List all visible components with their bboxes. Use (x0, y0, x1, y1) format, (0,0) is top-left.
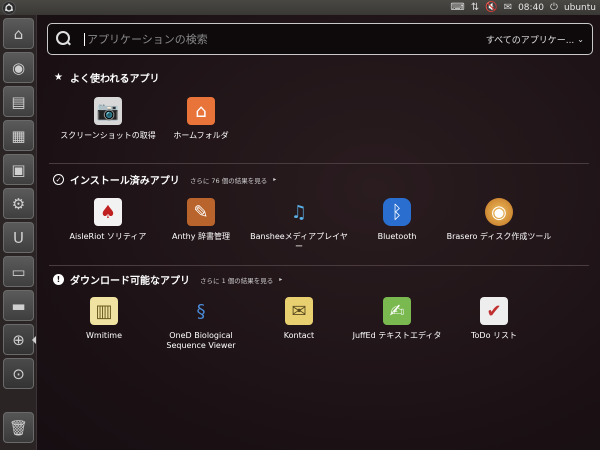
launcher-trash[interactable]: 🗑 (3, 412, 34, 443)
chevron-down-icon: ⌄ (577, 34, 584, 44)
launcher-home-folder[interactable]: ⌂ (3, 18, 34, 49)
ubuntu-logo-icon (5, 3, 13, 12)
app-banshee[interactable]: ♫ Bansheeメディアプレイヤー (249, 198, 349, 252)
banshee-icon: ♫ (290, 201, 308, 223)
indicator-area: ⌨ ⇅ 🔇 ✉ 08:40 ⏻ ubuntu (450, 2, 600, 13)
workspaces-icon: ▭ (11, 262, 26, 281)
search-input[interactable] (84, 32, 486, 46)
more-results-link[interactable]: さらに 1 個の結果を見る (200, 275, 273, 285)
app-onedbio[interactable]: § OneD Biological Sequence Viewer (151, 297, 251, 351)
download-icon: ! (53, 274, 64, 285)
app-label: Wmitime (86, 331, 122, 340)
app-juffed[interactable]: ✍ JuffEd テキストエディタ (347, 297, 447, 341)
section-title: ダウンロード可能なアプリ (70, 276, 190, 287)
app-bluetooth[interactable]: ᛒ Bluetooth (347, 198, 447, 242)
app-kontact[interactable]: ✉ Kontact (249, 297, 349, 341)
onedbio-icon: § (196, 300, 206, 322)
dash-home-button[interactable] (2, 0, 16, 15)
app-wmitime[interactable]: ▥ Wmitime (54, 297, 154, 341)
wmitime-icon: ▥ (90, 297, 118, 325)
app-label: ToDo リスト (470, 331, 518, 340)
app-aisleriot[interactable]: ♠ AisleRiot ソリティア (58, 198, 158, 242)
impress-icon: ▣ (11, 160, 26, 179)
zoom-in-icon: ⊕ (12, 330, 25, 349)
kontact-icon: ✉ (285, 297, 313, 325)
launcher-dash-files[interactable]: ⊙ (3, 358, 34, 389)
search-bar: すべてのアプリケー... ⌄ (47, 23, 593, 55)
active-indicator (32, 336, 36, 344)
section-divider (49, 163, 589, 164)
home-folder-icon: ⌂ (187, 97, 215, 125)
dash: すべてのアプリケー... ⌄ ★ よく使われるアプリ 📷 スクリーンショットの取… (37, 15, 600, 450)
todo-icon: ✔ (480, 297, 508, 325)
section-title: インストール済みアプリ (70, 176, 180, 187)
clock[interactable]: 08:40 (518, 3, 544, 13)
settings-icon: ⚙ (11, 194, 26, 213)
app-label: Brasero ディスク作成ツール (446, 232, 552, 241)
app-label: OneD Biological Sequence Viewer (166, 331, 236, 350)
launcher: ⌂ ◉ ▤ ▦ ▣ ⚙ U ▭ ▬ ⊕ ⊙ 🗑 (0, 15, 37, 450)
top-panel: ⌨ ⇅ 🔇 ✉ 08:40 ⏻ ubuntu (0, 0, 600, 15)
launcher-firefox[interactable]: ◉ (3, 52, 34, 83)
category-filter[interactable]: すべてのアプリケー... ⌄ (486, 33, 584, 46)
section-title: よく使われるアプリ (70, 74, 160, 85)
ubuntu-one-icon: U (13, 228, 24, 247)
dictionary-icon: ✎ (187, 198, 215, 226)
launcher-terminal[interactable]: ▬ (3, 290, 34, 321)
app-label: AisleRiot ソリティア (69, 232, 147, 241)
brasero-icon: ◉ (485, 198, 513, 226)
app-brasero[interactable]: ◉ Brasero ディスク作成ツール (444, 198, 554, 242)
app-home-folder[interactable]: ⌂ ホームフォルダ (151, 97, 251, 141)
app-label: Kontact (283, 331, 315, 340)
power-icon[interactable]: ⏻ (550, 2, 558, 13)
bluetooth-icon: ᛒ (383, 198, 411, 226)
app-label: Anthy 辞書管理 (171, 232, 231, 241)
launcher-calc[interactable]: ▦ (3, 120, 34, 151)
star-icon: ★ (54, 72, 63, 83)
keyboard-icon[interactable]: ⌨ (450, 2, 464, 13)
network-icon[interactable]: ⇅ (471, 2, 479, 13)
mail-icon[interactable]: ✉ (504, 2, 512, 13)
app-label: ホームフォルダ (173, 131, 229, 140)
section-divider (49, 265, 589, 266)
zoom-icon: ⊙ (12, 364, 25, 383)
more-results-link[interactable]: さらに 76 個の結果を見る (190, 175, 267, 185)
volume-muted-icon[interactable]: 🔇 (485, 2, 497, 13)
check-circle-icon: ✓ (53, 174, 64, 185)
juffed-icon: ✍ (383, 297, 411, 325)
camera-icon: 📷 (94, 97, 122, 125)
app-label: JuffEd テキストエディタ (352, 331, 442, 340)
cards-icon: ♠ (94, 198, 122, 226)
app-label: Bluetooth (377, 232, 417, 241)
app-screenshot[interactable]: 📷 スクリーンショットの取得 (58, 97, 158, 141)
launcher-dash-apps[interactable]: ⊕ (3, 324, 34, 355)
terminal-icon: ▬ (11, 296, 26, 315)
launcher-settings[interactable]: ⚙ (3, 188, 34, 219)
firefox-icon: ◉ (11, 58, 26, 77)
arrow-right-icon: ▸ (273, 176, 277, 183)
arrow-right-icon: ▸ (279, 276, 283, 283)
section-installed[interactable]: ✓ インストール済みアプリ さらに 76 個の結果を見る ▸ (53, 172, 276, 187)
launcher-impress[interactable]: ▣ (3, 154, 34, 185)
launcher-writer[interactable]: ▤ (3, 86, 34, 117)
writer-icon: ▤ (11, 92, 26, 111)
launcher-workspaces[interactable]: ▭ (3, 256, 34, 287)
calc-icon: ▦ (11, 126, 26, 145)
home-folder-icon: ⌂ (13, 24, 24, 43)
app-todo[interactable]: ✔ ToDo リスト (444, 297, 544, 341)
app-label: スクリーンショットの取得 (60, 131, 156, 140)
launcher-ubuntu-one[interactable]: U (3, 222, 34, 253)
category-filter-label: すべてのアプリケー... (485, 35, 575, 46)
user-menu[interactable]: ubuntu (564, 3, 596, 13)
trash-icon: 🗑 (8, 418, 29, 437)
search-icon (56, 31, 72, 47)
section-downloadable[interactable]: ! ダウンロード可能なアプリ さらに 1 個の結果を見る ▸ (53, 272, 282, 287)
section-frequent[interactable]: ★ よく使われるアプリ (53, 70, 160, 85)
app-label: Bansheeメディアプレイヤー (250, 232, 348, 251)
app-anthy[interactable]: ✎ Anthy 辞書管理 (151, 198, 251, 242)
